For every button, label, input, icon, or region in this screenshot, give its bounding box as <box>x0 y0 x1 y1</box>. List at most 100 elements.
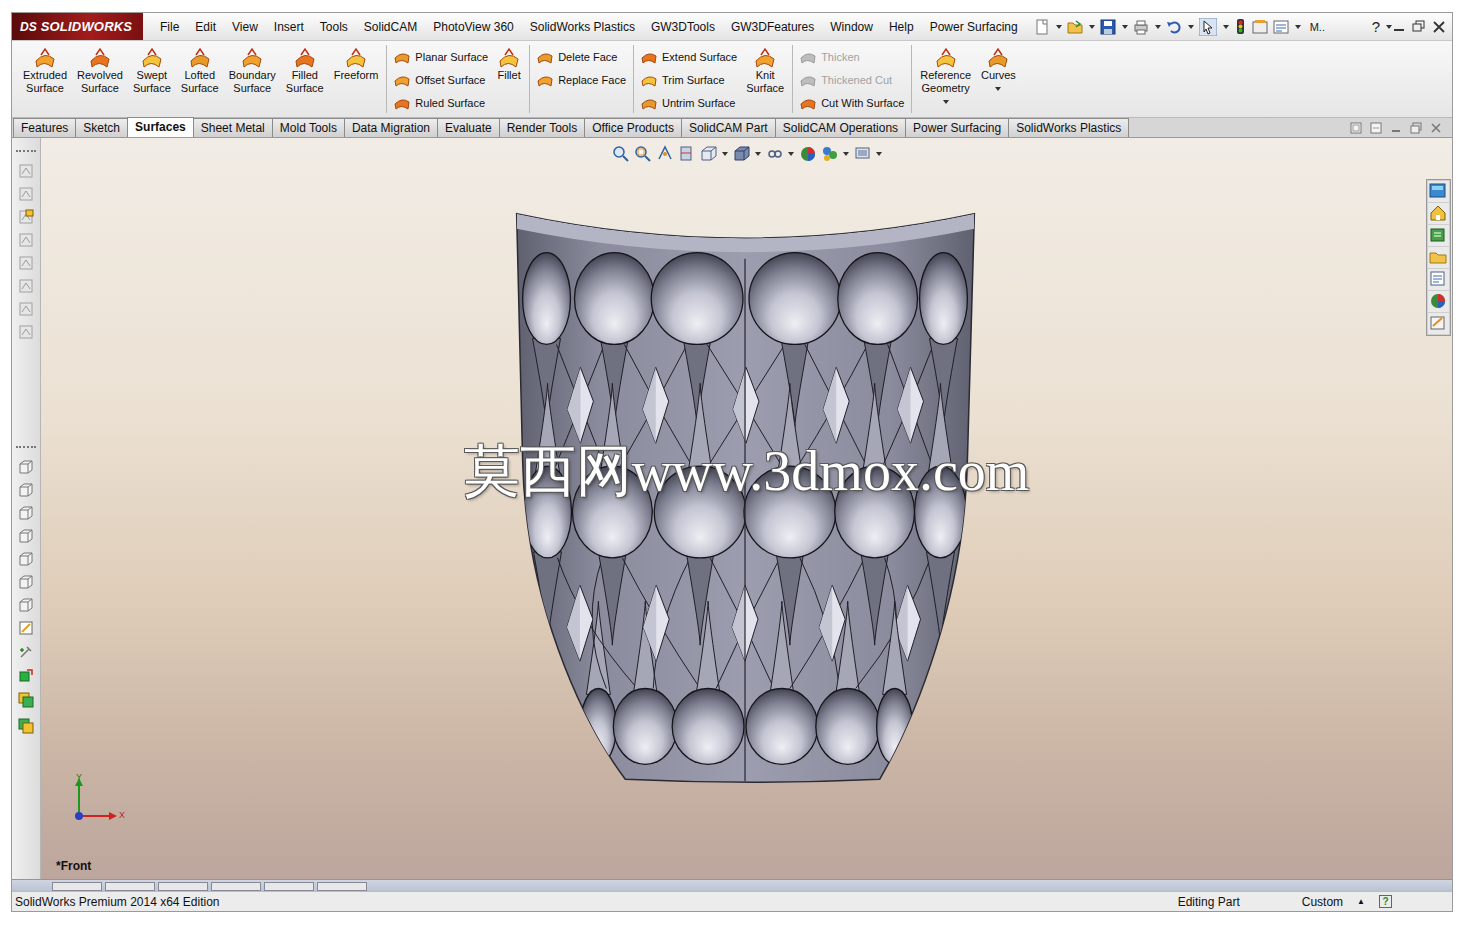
sketch-tool-icon[interactable] <box>18 209 34 226</box>
surface-tool-icon[interactable] <box>753 47 777 69</box>
surface-tool-icon[interactable] <box>293 47 317 69</box>
surface-tool-icon[interactable] <box>641 49 657 65</box>
print-icon[interactable] <box>1133 19 1149 35</box>
close-icon[interactable] <box>1430 122 1442 134</box>
dropdown-arrow[interactable] <box>876 152 882 156</box>
tile-icon[interactable] <box>1350 122 1362 134</box>
dropdown-arrow[interactable] <box>1155 25 1161 29</box>
surface-tool-icon[interactable] <box>986 47 1010 69</box>
sketch-tool-icon[interactable] <box>18 255 34 272</box>
display-style-icon[interactable] <box>733 145 750 162</box>
menu-item[interactable]: Help <box>881 18 922 36</box>
ribbon-button[interactable]: Freeform <box>329 45 384 91</box>
add-relation-icon[interactable] <box>18 644 34 662</box>
dropdown-arrow[interactable] <box>1089 25 1095 29</box>
options-icon[interactable] <box>1273 19 1289 35</box>
ribbon-button[interactable]: Curves <box>976 45 1021 91</box>
view-orientation-icon[interactable] <box>700 145 717 162</box>
surface-tool-icon[interactable] <box>88 47 112 69</box>
menu-item[interactable]: Insert <box>266 18 312 36</box>
surface-tool-icon[interactable] <box>641 72 657 88</box>
ribbon-button[interactable]: Ruled Surface <box>394 91 488 114</box>
ribbon-button[interactable]: Untrim Surface <box>641 91 737 114</box>
save-icon[interactable] <box>1100 19 1116 35</box>
close-icon[interactable] <box>1432 20 1446 34</box>
sketch-tool-icon[interactable] <box>18 301 34 318</box>
menu-item[interactable]: File <box>152 18 187 36</box>
home-icon[interactable] <box>1428 203 1449 224</box>
surface-tool-icon[interactable] <box>394 49 410 65</box>
model-tab[interactable] <box>158 882 208 891</box>
menu-item[interactable]: Power Surfacing <box>922 18 1026 36</box>
vase-model[interactable] <box>41 138 1452 879</box>
command-tab[interactable]: Sheet Metal <box>193 118 273 137</box>
dropdown-arrow[interactable] <box>1056 25 1062 29</box>
command-tab[interactable]: SolidWorks Plastics <box>1008 118 1129 137</box>
menu-item[interactable]: GW3DTools <box>643 18 723 36</box>
edit-sketch-icon[interactable] <box>18 620 34 638</box>
ribbon-button[interactable]: Extend Surface <box>641 45 737 68</box>
solidworks-resources-icon[interactable] <box>1428 181 1449 202</box>
ribbon-button[interactable]: Boundary Surface <box>224 45 281 104</box>
ribbon-button[interactable]: Lofted Surface <box>176 45 224 104</box>
surface-tool-icon[interactable] <box>934 47 958 69</box>
command-tab[interactable]: Data Migration <box>344 118 438 137</box>
dropdown-arrow[interactable] <box>1188 25 1194 29</box>
ribbon-button[interactable]: Cut With Surface <box>800 91 904 114</box>
surface-tool-icon[interactable] <box>537 49 553 65</box>
command-tab[interactable]: SolidCAM Part <box>681 118 776 137</box>
sketch-tool-icon[interactable] <box>18 324 34 341</box>
command-tab[interactable]: Surfaces <box>127 117 194 137</box>
model-tab[interactable] <box>52 882 102 891</box>
ribbon-button[interactable]: Extruded Surface <box>18 45 72 104</box>
ribbon-button[interactable]: Revolved Surface <box>72 45 128 104</box>
surface-tool-icon[interactable] <box>188 47 212 69</box>
standard-view-icon[interactable] <box>18 528 34 545</box>
zoom-to-fit-icon[interactable] <box>612 145 629 162</box>
model-tab[interactable] <box>264 882 314 891</box>
design-library-icon[interactable] <box>1428 225 1449 246</box>
dropdown-arrow[interactable] <box>788 152 794 156</box>
view-palette-icon[interactable] <box>1428 269 1449 290</box>
command-tab[interactable]: Mold Tools <box>272 118 345 137</box>
dropdown-arrow[interactable] <box>1386 25 1392 29</box>
move-entities-icon[interactable] <box>18 668 34 686</box>
standard-view-icon[interactable] <box>18 574 34 591</box>
rebuild-icon[interactable] <box>1234 18 1247 35</box>
dropdown-arrow[interactable] <box>1223 25 1229 29</box>
surface-tool-icon[interactable] <box>800 72 816 88</box>
ribbon-button[interactable]: Knit Surface <box>741 45 789 104</box>
command-tab[interactable]: Office Products <box>584 118 682 137</box>
dropdown-arrow[interactable] <box>843 152 849 156</box>
previous-view-icon[interactable] <box>656 145 673 162</box>
surface-tool-icon[interactable] <box>800 49 816 65</box>
surface-tool-icon[interactable] <box>394 72 410 88</box>
menu-item[interactable]: View <box>224 18 266 36</box>
ribbon-button[interactable]: Offset Surface <box>394 68 488 91</box>
undo-icon[interactable] <box>1166 19 1182 35</box>
dropdown-arrow[interactable] <box>722 152 728 156</box>
select-icon[interactable] <box>1199 18 1217 36</box>
custom-properties-icon[interactable] <box>1428 313 1449 334</box>
minimize-icon[interactable] <box>1390 122 1402 134</box>
menu-item[interactable]: SolidWorks Plastics <box>522 18 643 36</box>
menu-item[interactable]: Edit <box>187 18 224 36</box>
standard-view-icon[interactable] <box>18 551 34 568</box>
unit-system[interactable]: Custom <box>1302 895 1343 909</box>
surface-tool-icon[interactable] <box>240 47 264 69</box>
hide-show-items-icon[interactable] <box>766 145 783 162</box>
new-icon[interactable] <box>1034 19 1050 35</box>
edit-appearance-icon[interactable] <box>799 145 816 162</box>
sketch-tool-icon[interactable] <box>18 232 34 249</box>
sketch-tool-icon[interactable] <box>18 163 34 180</box>
ribbon-button[interactable]: Trim Surface <box>641 68 737 91</box>
open-icon[interactable] <box>1067 19 1083 35</box>
ribbon-button[interactable]: Replace Face <box>537 68 626 91</box>
surface-tool-icon[interactable] <box>537 72 553 88</box>
sketch-tool-icon[interactable] <box>18 186 34 203</box>
standard-view-icon[interactable] <box>18 459 34 476</box>
command-tab[interactable]: Evaluate <box>437 118 500 137</box>
command-tab[interactable]: Power Surfacing <box>905 118 1009 137</box>
model-tab[interactable] <box>317 882 367 891</box>
apply-scene-icon[interactable] <box>821 145 838 162</box>
